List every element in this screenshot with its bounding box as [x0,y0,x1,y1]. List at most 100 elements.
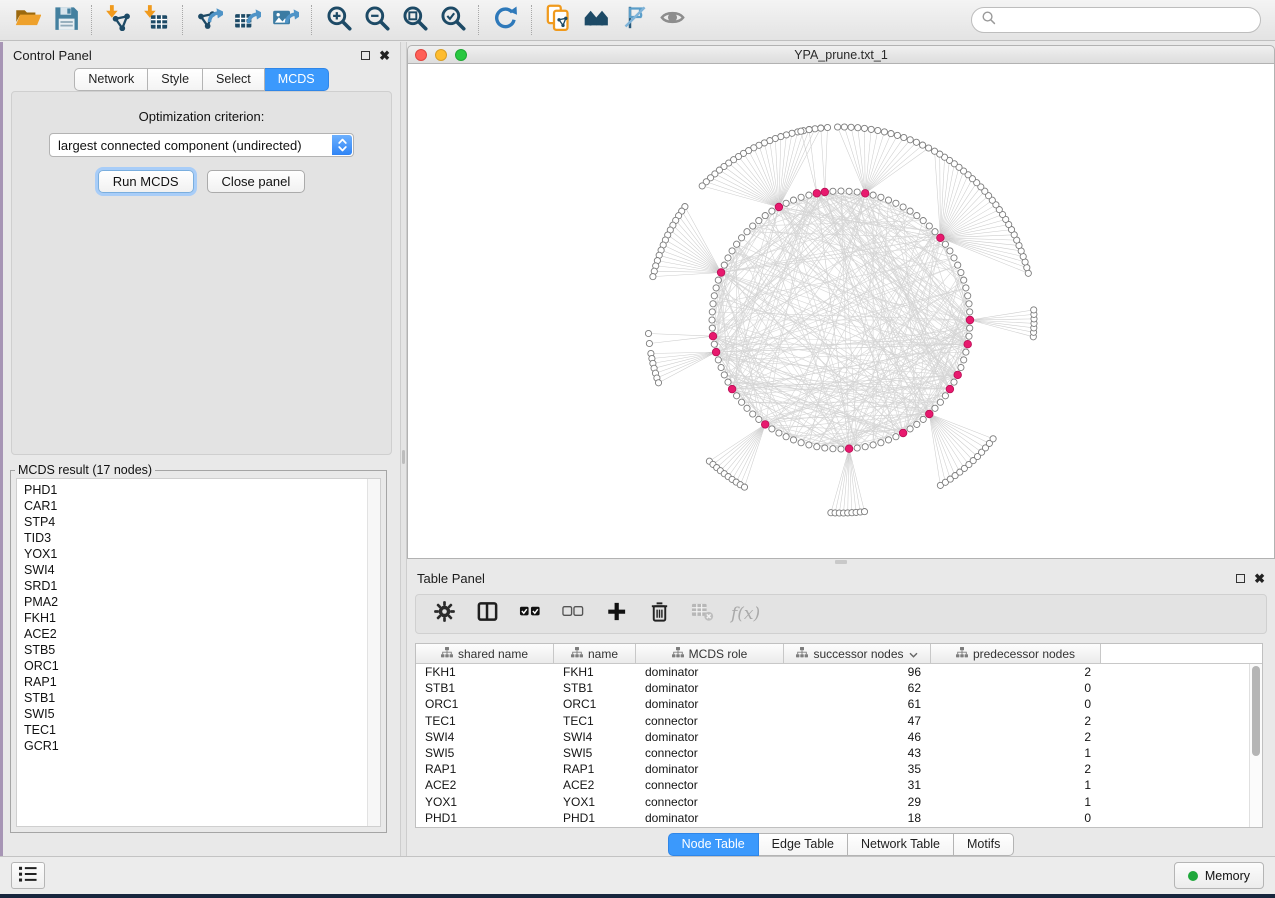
zoom-in-button[interactable] [319,3,357,37]
column-header-successor-nodes[interactable]: successor nodes [784,644,931,663]
mcds-result-item[interactable]: SWI4 [24,562,380,578]
export-image-button[interactable] [266,3,304,37]
mcds-result-item[interactable]: STB1 [24,690,380,706]
vertical-splitter[interactable] [400,42,407,856]
table-row[interactable]: STB1STB1dominator620 [416,680,1262,696]
sitemap-icon [796,647,808,661]
tab-mcds[interactable]: MCDS [265,68,329,91]
table-scrollbar-thumb[interactable] [1252,666,1260,756]
table-row[interactable]: TEC1TEC1connector472 [416,713,1262,729]
select-stepper-icon[interactable] [332,135,352,155]
cell-successor-nodes: 62 [784,681,931,695]
cell-predecessor-nodes: 2 [931,714,1101,728]
table-row[interactable]: ORC1ORC1dominator610 [416,696,1262,712]
float-panel-icon[interactable] [361,51,370,60]
criterion-select-value: largest connected component (undirected) [58,138,302,153]
cell-shared-name: YOX1 [416,795,554,809]
close-panel-button[interactable]: Close panel [207,170,306,193]
mcds-result-item[interactable]: TEC1 [24,722,380,738]
tab-style[interactable]: Style [148,68,203,91]
mcds-result-item[interactable]: PMA2 [24,594,380,610]
hide-annotations-button[interactable] [615,3,653,37]
cell-successor-nodes: 61 [784,697,931,711]
zoom-out-icon [363,4,390,36]
column-header-MCDS-role[interactable]: MCDS role [636,644,784,663]
search-network-button[interactable] [577,3,615,37]
refresh-layout-button[interactable] [486,3,524,37]
zoom-out-button[interactable] [357,3,395,37]
mcds-result-item[interactable]: RAP1 [24,674,380,690]
memory-button[interactable]: Memory [1174,862,1264,889]
search-box[interactable] [971,7,1261,33]
select-all-button[interactable] [516,600,544,628]
splitter-grip[interactable] [402,450,405,464]
cell-shared-name: STB1 [416,681,554,695]
close-panel-icon[interactable]: ✖ [379,51,390,60]
mcds-result-item[interactable]: FKH1 [24,610,380,626]
tab-node-table[interactable]: Node Table [668,833,759,856]
open-file-icon [14,4,41,36]
mcds-result-item[interactable]: GCR1 [24,738,380,754]
mcds-result-item[interactable]: YOX1 [24,546,380,562]
search-input[interactable] [1002,9,1260,31]
table-row[interactable]: SWI5SWI5connector431 [416,745,1262,761]
column-layout-icon [476,600,499,628]
result-list-scrollbar[interactable] [367,479,380,826]
tab-edge-table[interactable]: Edge Table [759,833,848,856]
mcds-result-item[interactable]: SRD1 [24,578,380,594]
network-canvas[interactable] [407,64,1275,559]
tab-network[interactable]: Network [74,68,148,91]
column-header-predecessor-nodes[interactable]: predecessor nodes [931,644,1101,663]
column-header-name[interactable]: name [554,644,636,663]
splitter-grip-horizontal[interactable] [835,560,847,564]
tab-network-table[interactable]: Network Table [848,833,954,856]
table-row[interactable]: ACE2ACE2connector311 [416,777,1262,793]
mcds-result-item[interactable]: STB5 [24,642,380,658]
mcds-result-item[interactable]: ORC1 [24,658,380,674]
settings-gear-button[interactable] [430,600,458,628]
mcds-result-item[interactable]: CAR1 [24,498,380,514]
table-row[interactable]: SWI4SWI4dominator462 [416,729,1262,745]
show-graphics-button[interactable] [653,3,691,37]
run-mcds-button[interactable]: Run MCDS [98,170,194,193]
table-row[interactable]: YOX1YOX1connector291 [416,794,1262,810]
cell-name: TEC1 [554,714,636,728]
tab-motifs[interactable]: Motifs [954,833,1014,856]
mcds-result-item[interactable]: PHD1 [24,482,380,498]
mcds-result-item[interactable]: TID3 [24,530,380,546]
network-graph[interactable] [408,64,1274,557]
cell-shared-name: RAP1 [416,762,554,776]
column-layout-button[interactable] [473,600,501,628]
table-row[interactable]: RAP1RAP1dominator352 [416,761,1262,777]
import-table-button[interactable] [137,3,175,37]
table-row[interactable]: PHD1PHD1dominator180 [416,810,1262,826]
deselect-all-button[interactable] [559,600,587,628]
open-file-button[interactable] [8,3,46,37]
export-network-button[interactable] [190,3,228,37]
close-table-panel-icon[interactable]: ✖ [1254,574,1265,583]
zoom-fit-icon [401,4,428,36]
mcds-result-item[interactable]: SWI5 [24,706,380,722]
function-builder-button: f(x) [731,604,760,624]
table-scrollbar[interactable] [1249,664,1262,827]
export-table-button[interactable] [228,3,266,37]
sitemap-icon [571,647,583,661]
export-image-icon [272,4,299,36]
delete-entry-button[interactable] [645,600,673,628]
mcds-result-item[interactable]: ACE2 [24,626,380,642]
add-entry-button[interactable] [602,600,630,628]
cell-name: YOX1 [554,795,636,809]
task-history-button[interactable] [11,862,45,889]
save-session-button[interactable] [46,3,84,37]
mcds-result-item[interactable]: STP4 [24,514,380,530]
zoom-selected-button[interactable] [433,3,471,37]
import-network-button[interactable] [99,3,137,37]
table-row[interactable]: FKH1FKH1dominator962 [416,664,1262,680]
tab-select[interactable]: Select [203,68,265,91]
zoom-fit-button[interactable] [395,3,433,37]
criterion-select[interactable]: largest connected component (undirected) [49,133,354,157]
share-document-button[interactable] [539,3,577,37]
float-table-panel-icon[interactable] [1236,574,1245,583]
mcds-result-list[interactable]: PHD1CAR1STP4TID3YOX1SWI4SRD1PMA2FKH1ACE2… [16,478,381,827]
column-header-shared-name[interactable]: shared name [416,644,554,663]
